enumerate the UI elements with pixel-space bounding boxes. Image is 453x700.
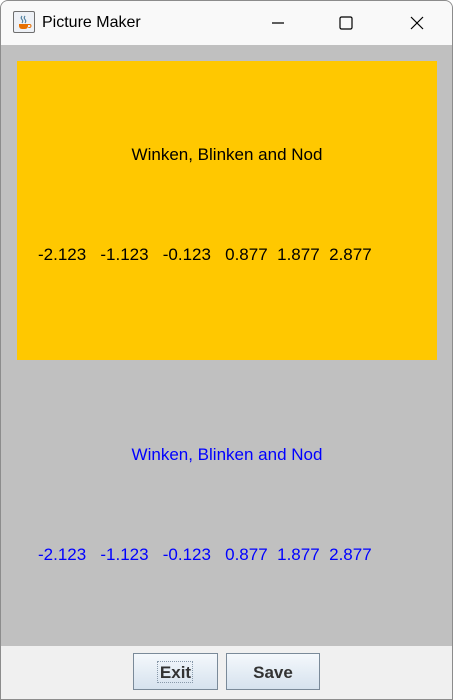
number-value: -2.123 [38,245,87,264]
minimize-button[interactable] [255,1,301,45]
number-value: 1.877 [277,245,320,264]
number-row: -2.123 -1.123 -0.123 0.877 1.877 2.877 [38,545,372,565]
number-value: -1.123 [100,245,149,264]
close-button[interactable] [394,1,440,45]
number-value: -1.123 [100,545,149,564]
number-value: 1.877 [277,545,320,564]
number-value: 2.877 [329,245,372,264]
minimize-icon [272,22,284,24]
close-icon [410,16,424,30]
number-value: -0.123 [162,545,211,564]
gray-text-panel: Winken, Blinken and Nod -2.123 -1.123 -0… [17,361,437,645]
java-coffee-cup-icon[interactable] [13,11,35,33]
canvas-area: Winken, Blinken and Nod -2.123 -1.123 -0… [1,45,452,646]
number-value: -0.123 [162,245,211,264]
window-title: Picture Maker [42,14,141,31]
number-value: -2.123 [38,545,87,564]
number-value: 2.877 [329,545,372,564]
save-button-label: Save [253,663,293,682]
button-bar: Exit Save [1,646,452,699]
focus-ring [157,661,193,683]
panel-caption: Winken, Blinken and Nod [131,445,323,464]
exit-button[interactable]: Exit [133,653,218,690]
yellow-text-panel: Winken, Blinken and Nod -2.123 -1.123 -0… [17,61,437,360]
maximize-button[interactable] [323,1,369,45]
number-value: 0.877 [225,545,268,564]
title-bar[interactable]: Picture Maker [1,1,452,45]
save-button[interactable]: Save [226,653,320,690]
maximize-icon [339,16,353,30]
number-value: 0.877 [225,245,268,264]
number-row: -2.123 -1.123 -0.123 0.877 1.877 2.877 [38,245,372,265]
app-window: Picture Maker Winken, Blinken and Nod -2… [0,0,453,700]
panel-caption: Winken, Blinken and Nod [131,145,323,164]
